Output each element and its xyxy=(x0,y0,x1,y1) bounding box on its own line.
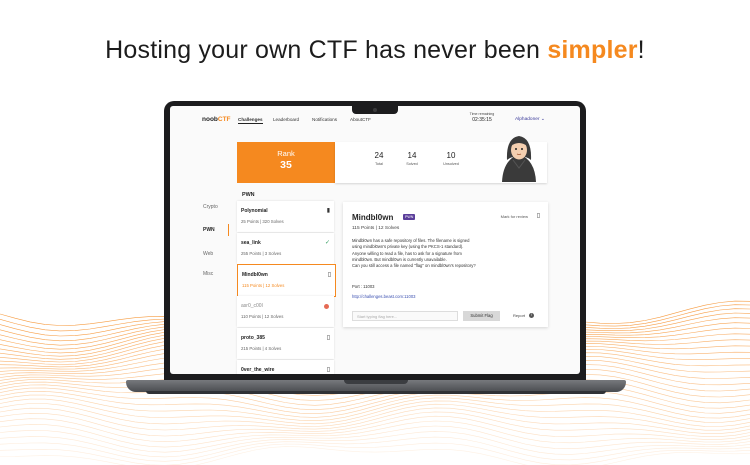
stat-value: 10 xyxy=(446,151,456,160)
hacker-avatar-icon xyxy=(502,136,536,182)
submit-flag-button[interactable]: Submit Flag xyxy=(463,311,500,321)
challenge-meta: 110 Points | 12 Solves xyxy=(241,314,284,319)
challenge-name: 0ver_the_wire xyxy=(241,367,275,373)
stat-label: Total xyxy=(374,162,384,166)
wave-line xyxy=(0,415,750,443)
user-menu[interactable]: Alphadoner ⌄ xyxy=(515,117,545,122)
stat-value: 14 xyxy=(407,151,417,160)
challenge-detail-panel: Mindbl0wn PWN Mark for review ▯ 115 Poin… xyxy=(343,202,548,327)
bookmark-icon[interactable]: ▯ xyxy=(327,334,330,341)
section-title: PWN xyxy=(242,192,255,198)
nav-leaderboard[interactable]: Leaderboard xyxy=(273,117,299,122)
stat-total: 24 Total xyxy=(364,151,394,166)
report-label[interactable]: Report xyxy=(513,313,525,318)
challenge-sea-link[interactable]: sea_link 255 Points | 3 Solves ✓ xyxy=(237,233,334,264)
detail-port: Port : 11003 xyxy=(352,284,375,289)
challenge-meta: 25 Points | 320 Solves xyxy=(241,219,284,224)
headline-highlight: simpler xyxy=(547,36,638,64)
bookmark-icon[interactable]: ▯ xyxy=(328,271,331,278)
challenge-name: sea_link xyxy=(241,240,261,246)
rank-card: Rank 35 xyxy=(237,142,335,183)
detail-description: Mindbl0wn has a safe repository of files… xyxy=(352,238,530,269)
category-web[interactable]: Web xyxy=(203,251,213,257)
category-misc[interactable]: Misc xyxy=(203,271,213,277)
time-remaining: Time remaining 02:35:15 xyxy=(464,112,500,123)
timer-value: 02:35:15 xyxy=(472,117,492,123)
challenge-meta: 115 Points | 12 Solves xyxy=(242,283,285,288)
chevron-down-icon: ⌄ xyxy=(540,117,545,122)
laptop-screen: noobCTF Challenges Leaderboard Notificat… xyxy=(170,106,580,374)
report-icon[interactable]: ! xyxy=(529,313,534,318)
headline-text: Hosting your own CTF has never been xyxy=(105,36,548,64)
mark-for-review-label[interactable]: Mark for review xyxy=(501,214,528,219)
detail-points: 115 Points | 12 Solves xyxy=(352,226,400,231)
challenge-name: asr0_c00l xyxy=(241,303,263,309)
category-active-marker xyxy=(228,224,229,236)
rank-value: 35 xyxy=(280,159,292,171)
nav-challenges[interactable]: Challenges xyxy=(238,117,263,124)
nav-notifications[interactable]: Notifications xyxy=(312,117,337,122)
challenge-name: Mindbl0wn xyxy=(242,272,268,278)
challenge-asr0-c00l[interactable]: asr0_c00l 110 Points | 12 Solves xyxy=(237,296,334,327)
headline-end: ! xyxy=(637,36,645,64)
nav-aboutctf[interactable]: AboutCTF xyxy=(350,117,371,122)
category-crypto[interactable]: Crypto xyxy=(203,204,218,210)
stat-unsolved: 10 Unsolved xyxy=(436,151,466,166)
stat-label: Unsolved xyxy=(443,162,459,166)
user-name: Alphadoner xyxy=(515,117,540,122)
bookmark-filled-icon[interactable]: ▮ xyxy=(327,207,330,214)
description-line: Can you still access a file named "flag"… xyxy=(352,263,476,269)
camera-icon xyxy=(373,108,377,112)
bookmark-icon[interactable]: ▯ xyxy=(537,212,540,219)
challenge-0ver-the-wire[interactable]: 0ver_the_wire ▯ xyxy=(237,360,334,374)
challenge-name: proto_385 xyxy=(241,335,265,341)
rank-label: Rank xyxy=(277,149,295,158)
alert-icon xyxy=(324,304,329,309)
timer-label: Time remaining xyxy=(469,112,495,116)
wave-line xyxy=(0,398,750,427)
logo-ctf: CTF xyxy=(217,116,231,123)
app-logo[interactable]: noobCTF xyxy=(202,116,231,123)
stat-value: 24 xyxy=(374,151,384,160)
headline: Hosting your own CTF has never been simp… xyxy=(0,36,750,65)
laptop-bottom-edge xyxy=(146,391,606,394)
challenge-meta: 255 Points | 3 Solves xyxy=(241,251,282,256)
wave-line xyxy=(0,446,750,465)
category-badge: PWN xyxy=(403,214,416,220)
challenge-link[interactable]: http://challenges.beast.com:11003 xyxy=(352,294,415,299)
flag-input[interactable]: Start typing flag here... xyxy=(352,311,458,321)
detail-title: Mindbl0wn xyxy=(352,213,394,222)
logo-noob: noob xyxy=(202,116,218,123)
check-icon: ✓ xyxy=(324,240,330,246)
challenge-name: Polynomial xyxy=(241,208,268,214)
laptop-notch xyxy=(352,106,398,114)
laptop-groove xyxy=(344,380,408,384)
stat-label: Solved xyxy=(406,162,418,166)
challenge-meta: 215 Points | 4 Solves xyxy=(241,346,282,351)
challenge-mindbl0wn[interactable]: Mindbl0wn 115 Points | 12 Solves ▯ xyxy=(237,264,336,297)
category-pwn[interactable]: PWN xyxy=(203,227,215,233)
stat-solved: 14 Solved xyxy=(397,151,427,166)
bookmark-icon[interactable]: ▯ xyxy=(327,366,330,373)
challenge-polynomial[interactable]: Polynomial 25 Points | 320 Solves ▮ xyxy=(237,201,334,232)
challenge-proto-385[interactable]: proto_385 215 Points | 4 Solves ▯ xyxy=(237,328,334,359)
